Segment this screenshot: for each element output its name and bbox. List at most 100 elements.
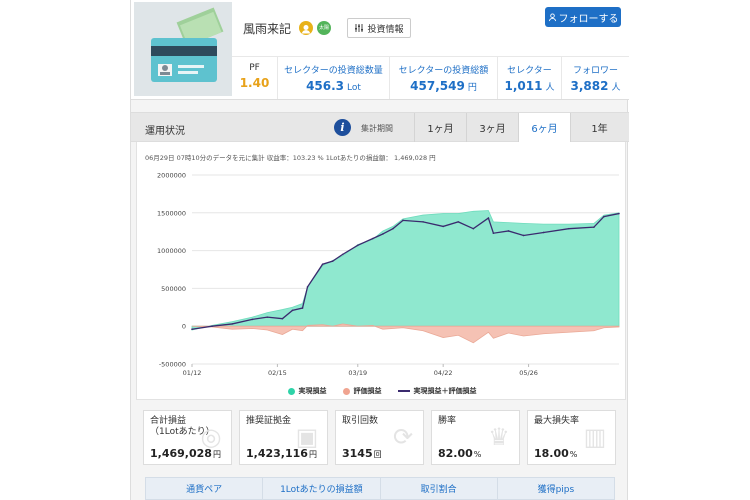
- chart-panel: 06月29日 07時10分のデータを元に集計 収益率：103.23 % 1Lot…: [136, 142, 626, 400]
- stat-pf: PF 1.40: [232, 57, 278, 99]
- follow-label: フォローする: [558, 13, 619, 25]
- realized-area: [191, 210, 620, 331]
- status-title: 運用状況: [145, 126, 185, 137]
- tab-1-month[interactable]: 1ヶ月: [414, 113, 466, 142]
- combined-point: [593, 226, 595, 228]
- combined-point: [402, 219, 404, 222]
- combined-point: [356, 244, 359, 247]
- y-tick-label: 1000000: [157, 247, 186, 255]
- combined-point: [231, 323, 233, 325]
- chart-legend: 実現損益 評価損益 実現損益＋評価損益: [137, 386, 627, 396]
- x-tick-label: 02/15: [268, 369, 287, 377]
- metric-max-loss: 最大損失率 ▥ 18.00%: [527, 410, 616, 465]
- tab-1-year[interactable]: 1年: [570, 113, 628, 142]
- combined-point: [492, 232, 495, 235]
- y-tick-label: 1500000: [157, 209, 186, 217]
- y-tick-label: 500000: [161, 285, 186, 293]
- x-tick-label: 03/19: [348, 369, 367, 377]
- user-badge-icon: [299, 21, 313, 35]
- invest-info-button[interactable]: 投資情報: [347, 18, 411, 38]
- y-tick-label: -500000: [159, 361, 186, 369]
- stat-label: セレクター: [507, 66, 552, 76]
- combined-point: [422, 221, 424, 223]
- tab-pnl-per-lot[interactable]: 1Lotあたりの損益額: [263, 478, 381, 499]
- combined-point: [382, 233, 384, 235]
- trophy-icon: ♛: [488, 423, 510, 451]
- combined-point: [457, 221, 460, 223]
- stat-total-amount: セレクターの投資総額 457,549 円: [390, 57, 498, 99]
- sliders-icon: [355, 24, 364, 32]
- x-tick-label: 05/26: [519, 369, 538, 377]
- stat-label: セレクターの投資総額: [398, 66, 489, 76]
- combined-point: [251, 318, 254, 321]
- legend-dot: [287, 387, 295, 395]
- stat-value: 457,549 円: [410, 79, 477, 93]
- combined-point: [341, 253, 344, 256]
- tab-trade-ratio[interactable]: 取引割合: [381, 478, 498, 499]
- combined-point: [542, 231, 545, 234]
- trader-name: 風雨来記: [243, 22, 292, 36]
- user-plus-icon: [548, 12, 556, 21]
- stat-value: 3,882 人: [570, 79, 621, 93]
- x-tick-label: 04/22: [434, 369, 453, 377]
- metric-value: 1,423,116円: [246, 447, 317, 460]
- combined-point: [281, 317, 284, 320]
- combined-point: [266, 316, 269, 318]
- exchange-icon: ⟳: [392, 423, 414, 451]
- stat-label: PF: [249, 63, 260, 73]
- combined-point: [291, 309, 294, 312]
- metric-value: 18.00%: [534, 447, 578, 460]
- follow-button[interactable]: フォローする: [545, 7, 621, 27]
- legend-line: [397, 390, 410, 392]
- tab-6-months[interactable]: 6ヶ月: [518, 113, 570, 142]
- tab-pips[interactable]: 獲得pips: [498, 478, 614, 499]
- combined-point: [301, 307, 304, 309]
- legend-dot: [342, 387, 350, 395]
- bar-chart-icon: ▥: [583, 423, 607, 451]
- metric-margin: 推奨証拠金 ▣ 1,423,116円: [239, 410, 328, 465]
- combined-point: [372, 237, 374, 240]
- strategy-card: 風雨来記 太陽光 投資情報 フォローする PF 1.40 セレクターの投資総数量…: [130, 0, 629, 500]
- solar-badge: 太陽光: [317, 21, 331, 45]
- stats-row: PF 1.40 セレクターの投資総数量 456.3 Lot セレクターの投資総額 …: [232, 56, 629, 99]
- metric-win-rate: 勝率 ♛ 82.00%: [431, 410, 520, 465]
- combined-point: [392, 227, 394, 230]
- metric-value: 3145回: [342, 447, 382, 460]
- combined-point: [306, 286, 309, 288]
- combined-point: [211, 325, 213, 327]
- x-tick-label: 01/12: [183, 369, 202, 377]
- stat-label: セレクターの投資総数量: [284, 66, 383, 76]
- strategy-thumbnail: [134, 2, 232, 96]
- info-icon[interactable]: i: [334, 119, 351, 136]
- combined-point: [567, 227, 570, 230]
- legend-unrealized[interactable]: 評価損益: [342, 386, 382, 396]
- stat-value: 456.3 Lot: [306, 79, 361, 93]
- combined-point: [191, 328, 193, 331]
- combined-point: [321, 263, 324, 266]
- stat-label: フォロワー: [572, 66, 618, 76]
- profile-header: 風雨来記 太陽光 投資情報 フォローする PF 1.40 セレクターの投資総数量…: [131, 0, 629, 100]
- combined-point: [331, 260, 334, 262]
- invest-info-label: 投資情報: [367, 24, 404, 35]
- pnl-chart: 2000000 1500000 1000000 500000 0 -50000001/12…: [157, 172, 620, 377]
- y-tick-label: 0: [182, 323, 186, 331]
- combined-point: [522, 234, 525, 237]
- unrealized-area: [191, 323, 620, 344]
- combined-point: [507, 230, 510, 232]
- metric-value: 1,469,028円: [150, 447, 221, 460]
- stat-total-lots: セレクターの投資総数量 456.3 Lot: [278, 57, 390, 99]
- card-money-icon: [151, 7, 224, 82]
- detail-tabs: 通貨ペア 1Lotあたりの損益額 取引割合 獲得pips: [145, 477, 615, 500]
- tab-currency-pair[interactable]: 通貨ペア: [146, 478, 264, 499]
- legend-realized[interactable]: 実現損益: [287, 386, 327, 396]
- period-label: 集計期間: [361, 124, 393, 133]
- stat-value: 1.40: [239, 76, 270, 90]
- metric-trades: 取引回数 ⟳ 3145回: [335, 410, 424, 465]
- combined-point: [472, 227, 475, 230]
- y-tick-label: 2000000: [157, 172, 186, 180]
- legend-combined[interactable]: 実現損益＋評価損益: [397, 386, 477, 396]
- status-bar: 運用状況 i 集計期間 1ヶ月 3ヶ月 6ヶ月 1年: [131, 112, 629, 142]
- tab-3-months[interactable]: 3ヶ月: [466, 113, 518, 142]
- metric-total-pnl: 合計損益 （1Lotあたり） ◎ 1,469,028円: [143, 410, 232, 465]
- stat-followers: フォロワー 3,882 人: [562, 57, 629, 99]
